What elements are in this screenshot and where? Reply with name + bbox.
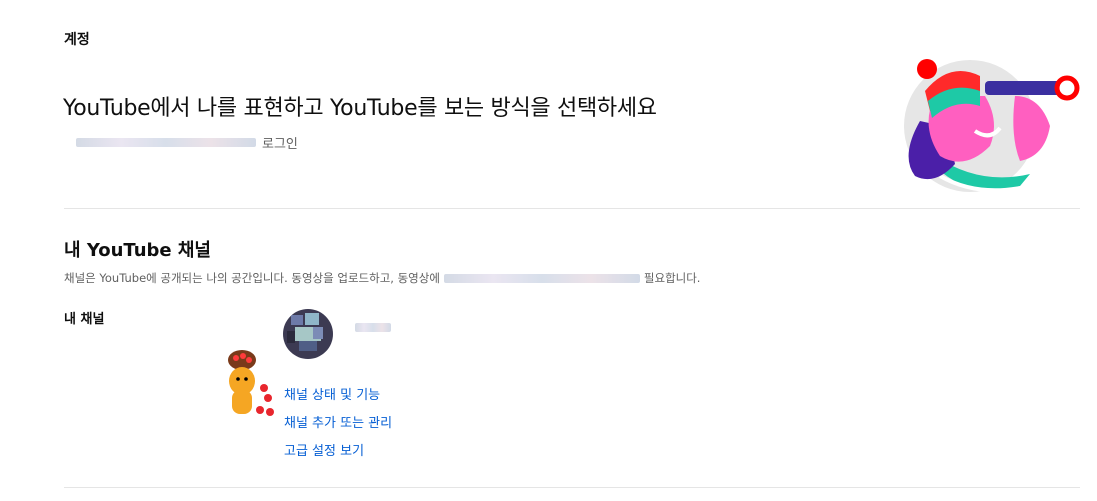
telescope-illustration [904, 59, 1080, 193]
divider [64, 487, 1080, 488]
character-sticker [228, 350, 274, 416]
add-manage-channel-link[interactable]: 채널 추가 또는 관리 [284, 412, 392, 431]
page-headline: YouTube에서 나를 표현하고 YouTube를 보는 방식을 선택하세요 [63, 96, 657, 121]
login-info: 로그인 [76, 133, 298, 152]
channel-status-link[interactable]: 채널 상태 및 기능 [284, 384, 380, 403]
account-email-redacted [76, 137, 256, 147]
description-prefix: 채널은 YouTube에 공개되는 나의 공간입니다. 동영상을 업로드하고, … [64, 271, 440, 285]
description-suffix: 필요합니다. [643, 271, 701, 285]
channel-avatar [283, 309, 333, 359]
my-channel-label: 내 채널 [64, 312, 105, 327]
section-title: 계정 [64, 32, 90, 48]
description-redacted [443, 273, 640, 283]
my-channel-heading: 내 YouTube 채널 [64, 240, 211, 261]
channel-name-redacted [355, 323, 391, 332]
login-label: 로그인 [262, 136, 298, 152]
advanced-settings-link[interactable]: 고급 설정 보기 [284, 440, 364, 459]
divider [64, 208, 1080, 209]
my-channel-description: 채널은 YouTube에 공개되는 나의 공간입니다. 동영상을 업로드하고, … [64, 270, 700, 286]
